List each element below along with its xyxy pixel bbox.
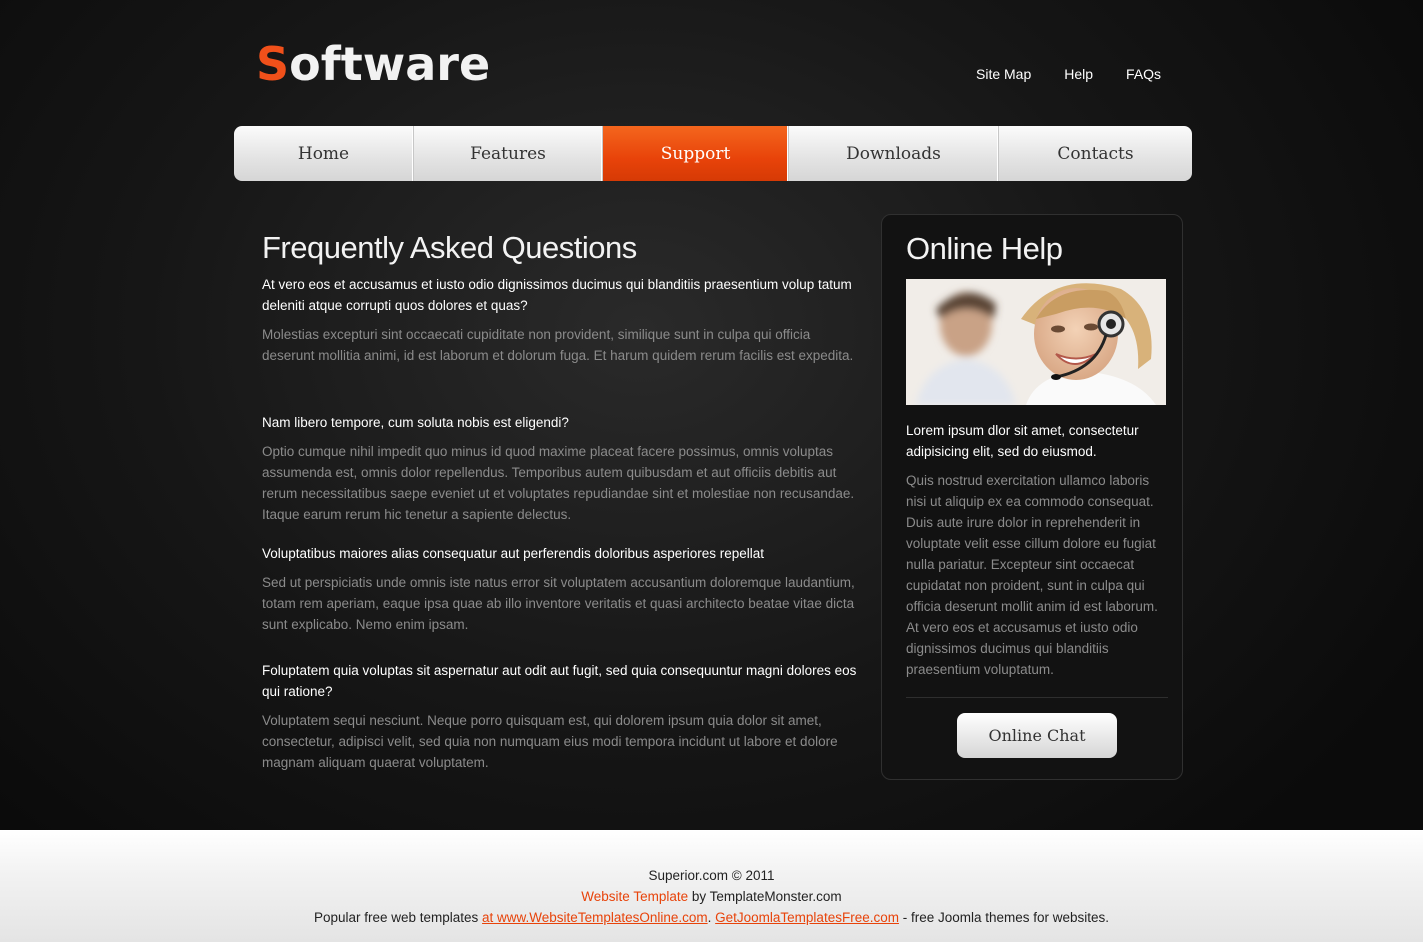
main-nav: Home Features Support Downloads Contacts bbox=[234, 126, 1192, 181]
nav-item-home[interactable]: Home bbox=[234, 126, 414, 181]
faq-question: Foluptatem quia voluptas sit aspernatur … bbox=[262, 663, 857, 699]
sidebar-body-text: Quis nostrud exercitation ullamco labori… bbox=[906, 473, 1158, 677]
faq-answer: Optio cumque nihil impedit quo minus id … bbox=[262, 444, 855, 522]
faq-answer: Voluptatem sequi nesciunt. Neque porro q… bbox=[262, 713, 838, 770]
online-chat-button[interactable]: Online Chat bbox=[957, 713, 1117, 758]
website-template-link[interactable]: Website Template bbox=[581, 889, 688, 904]
page: Software Site Map Help FAQs Home Feature… bbox=[0, 0, 1423, 942]
sidebar-divider bbox=[906, 697, 1168, 698]
footer-separator: . bbox=[707, 910, 716, 925]
help-link[interactable]: Help bbox=[1064, 66, 1093, 82]
faq-item: Voluptatibus maiores alias consequatur a… bbox=[262, 543, 862, 635]
faq-answer: Molestias excepturi sint occaecati cupid… bbox=[262, 327, 854, 363]
faq-question: Voluptatibus maiores alias consequatur a… bbox=[262, 546, 765, 561]
nav-item-support[interactable]: Support bbox=[603, 126, 789, 181]
footer: Superior.com © 2011 Website Template by … bbox=[0, 830, 1423, 942]
nav-item-downloads[interactable]: Downloads bbox=[789, 126, 999, 181]
footer-credit-text: by TemplateMonster.com bbox=[688, 889, 842, 904]
faq-question: At vero eos et accusamus et iusto odio d… bbox=[262, 277, 852, 313]
footer-end-text: - free Joomla themes for websites. bbox=[898, 910, 1110, 925]
copyright-text: Superior.com © 2011 bbox=[648, 868, 775, 883]
site-map-link[interactable]: Site Map bbox=[976, 66, 1031, 82]
footer-popular-text: Popular free web templates bbox=[313, 910, 483, 925]
websitetemplatesonline-link[interactable]: at www.WebsiteTemplatesOnline.com bbox=[482, 910, 708, 925]
sidebar-lead-text: Lorem ipsum dlor sit amet, consectetur a… bbox=[906, 423, 1139, 459]
nav-item-contacts[interactable]: Contacts bbox=[999, 126, 1192, 181]
nav-item-features[interactable]: Features bbox=[414, 126, 603, 181]
footer-line-2: Website Template by TemplateMonster.com bbox=[0, 886, 1423, 907]
getjoomlatemplatesfree-link[interactable]: GetJoomlaTemplatesFree.com bbox=[715, 910, 899, 925]
online-help-panel: Online Help Lorem ipsum dlor sit amet, c… bbox=[881, 214, 1183, 780]
faqs-link[interactable]: FAQs bbox=[1126, 66, 1161, 82]
faq-answer: Sed ut perspiciatis unde omnis iste natu… bbox=[262, 575, 855, 632]
faq-item: Foluptatem quia voluptas sit aspernatur … bbox=[262, 660, 862, 773]
logo-text: oftware bbox=[289, 37, 491, 91]
support-agent-illustration bbox=[906, 279, 1166, 405]
faq-question: Nam libero tempore, cum soluta nobis est… bbox=[262, 415, 569, 430]
logo-initial: S bbox=[256, 37, 290, 91]
faq-item: At vero eos et accusamus et iusto odio d… bbox=[262, 274, 862, 366]
faq-section: Frequently Asked Questions At vero eos e… bbox=[262, 228, 862, 770]
footer-line-3: Popular free web templates at www.Websit… bbox=[0, 907, 1423, 928]
site-logo[interactable]: Software bbox=[256, 36, 490, 92]
top-links: Site Map Help FAQs bbox=[976, 66, 1161, 82]
support-agent-photo bbox=[906, 279, 1166, 405]
sidebar-title: Online Help bbox=[906, 231, 1063, 266]
page-title: Frequently Asked Questions bbox=[262, 230, 637, 265]
faq-item: Nam libero tempore, cum soluta nobis est… bbox=[262, 412, 862, 525]
